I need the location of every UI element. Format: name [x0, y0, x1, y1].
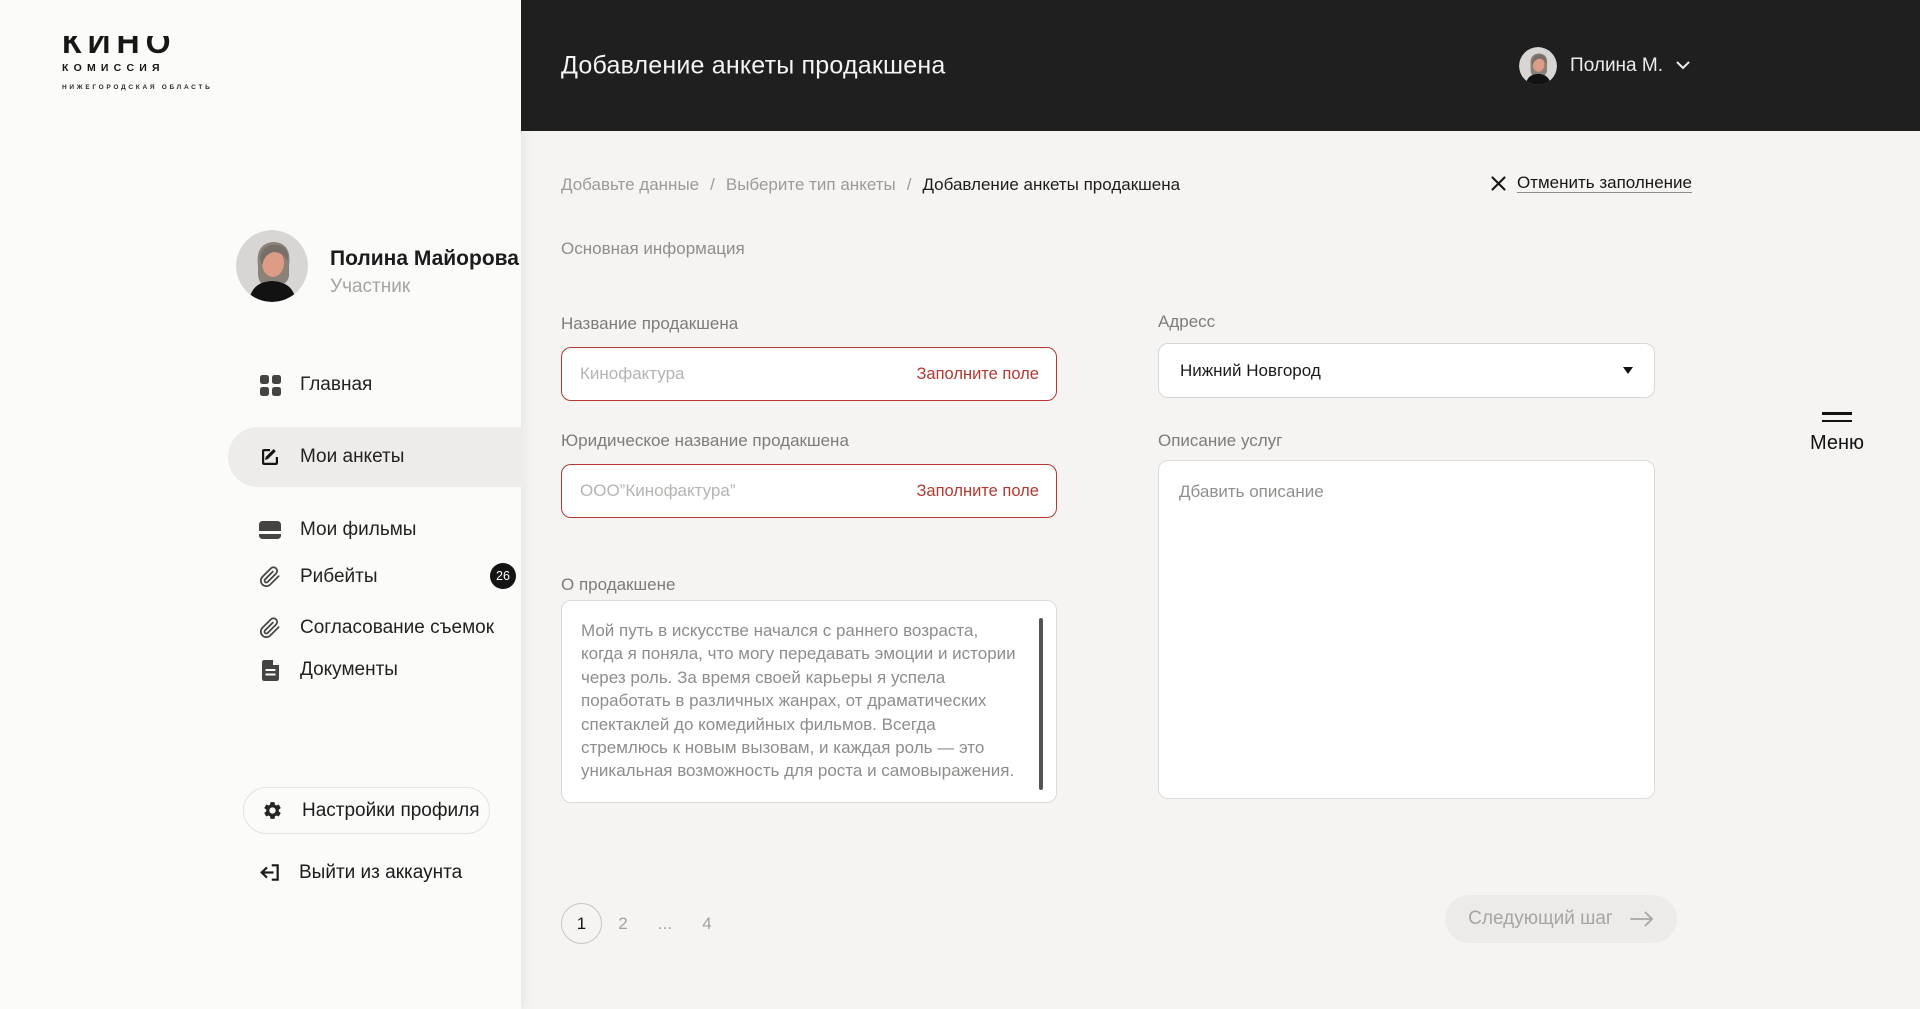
user-menu[interactable]: Полина М. — [1519, 47, 1690, 85]
card-icon — [258, 518, 282, 542]
about-production-text: Мой путь в искусстве начался с раннего в… — [581, 621, 1016, 781]
header: Добавление анкеты продакшена Полина М. — [521, 0, 1920, 131]
sidebar-item-label: Согласование съемок — [300, 617, 495, 638]
sidebar-item-home[interactable]: Главная — [0, 373, 521, 397]
menu-toggle-button[interactable]: Меню — [1810, 412, 1864, 455]
profile-settings-button[interactable]: Настройки профиля — [243, 787, 490, 834]
cancel-filling-button[interactable]: Отменить заполнение — [1491, 173, 1692, 193]
services-description-textarea[interactable]: Дбавить описание — [1158, 460, 1655, 799]
logout-label: Выйти из аккаунта — [299, 861, 463, 883]
gear-icon — [264, 802, 281, 819]
dropdown-caret-icon — [1623, 367, 1633, 374]
document-icon — [258, 658, 282, 682]
logo: КИНО КОМИССИЯ НИЖЕГОРОДСКАЯ ОБЛАСТЬ — [62, 36, 212, 91]
chevron-down-icon — [1676, 61, 1690, 70]
sidebar-item-my-forms[interactable]: Мои анкеты — [228, 427, 521, 487]
grid-icon — [258, 373, 282, 397]
logo-kino: КИНО — [62, 36, 177, 59]
edit-square-icon — [258, 445, 282, 469]
page-1-button[interactable]: 1 — [561, 903, 602, 944]
breadcrumb: Добавьте данные / Выберите тип анкеты / … — [561, 175, 1180, 195]
paperclip-icon — [258, 616, 282, 640]
production-name-field: Заполните поле — [561, 347, 1057, 401]
legal-name-label: Юридическое название продакшена — [561, 431, 849, 450]
services-description-label: Описание услуг — [1158, 431, 1283, 450]
section-title: Основная информация — [561, 239, 745, 258]
rebates-count-badge: 26 — [490, 563, 516, 589]
sidebar-item-my-films[interactable]: Мои фильмы — [0, 518, 521, 542]
sidebar-item-label: Мои фильмы — [300, 519, 417, 540]
sidebar: КИНО КОМИССИЯ НИЖЕГОРОДСКАЯ ОБЛАСТЬ Поли… — [0, 0, 521, 1009]
user-avatar — [1519, 47, 1557, 85]
sidebar-item-label: Документы — [300, 659, 398, 680]
menu-toggle-label: Меню — [1809, 432, 1864, 454]
sidebar-item-label: Главная — [300, 374, 373, 395]
profile-name: Полина Майорова — [330, 247, 519, 270]
production-name-label: Название продакшена — [561, 314, 739, 333]
hamburger-icon — [1821, 412, 1852, 422]
sidebar-item-label: Мои анкеты — [300, 446, 405, 467]
page-2-button[interactable]: 2 — [602, 914, 644, 934]
legal-name-field: Заполните поле — [561, 464, 1057, 518]
services-description-placeholder: Дбавить описание — [1179, 482, 1324, 501]
address-select[interactable]: Нижний Новгород — [1158, 343, 1655, 398]
pagination: 1 2 ... 4 — [561, 903, 728, 944]
logo-subtitle: КОМИССИЯ — [62, 62, 165, 74]
legal-name-error: Заполните поле — [916, 481, 1039, 500]
address-selected-value: Нижний Новгород — [1180, 360, 1321, 380]
cancel-filling-label: Отменить заполнение — [1516, 173, 1692, 192]
page-4-button[interactable]: 4 — [686, 914, 728, 934]
logo-region: НИЖЕГОРОДСКАЯ ОБЛАСТЬ — [62, 84, 213, 91]
next-step-button[interactable]: Следующий шаг — [1445, 895, 1677, 943]
breadcrumb-separator: / — [906, 175, 912, 194]
next-step-label: Следующий шаг — [1468, 908, 1613, 929]
breadcrumb-step-current: Добавление анкеты продакшена — [922, 175, 1181, 194]
textarea-scrollbar[interactable] — [1039, 618, 1043, 790]
address-label: Адресс — [1158, 312, 1216, 331]
main-content: Добавьте данные / Выберите тип анкеты / … — [521, 131, 1920, 1009]
paperclip-icon — [258, 565, 282, 589]
page-title: Добавление анкеты продакшена — [561, 51, 946, 79]
close-icon — [1491, 175, 1506, 191]
page-ellipsis: ... — [657, 913, 673, 933]
logout-icon — [260, 864, 279, 881]
profile-avatar — [236, 230, 308, 302]
profile-role: Участник — [330, 276, 411, 297]
breadcrumb-step-2[interactable]: Выберите тип анкеты — [726, 175, 896, 195]
production-name-error: Заполните поле — [916, 364, 1039, 383]
profile-settings-label: Настройки профиля — [302, 799, 480, 821]
user-name: Полина М. — [1570, 54, 1663, 76]
arrow-right-icon — [1629, 911, 1653, 927]
production-name-input[interactable] — [562, 364, 917, 384]
logout-button[interactable]: Выйти из аккаунта — [258, 861, 462, 884]
sidebar-item-label: Рибейты — [300, 566, 378, 587]
legal-name-input[interactable] — [562, 481, 917, 501]
breadcrumb-step-1[interactable]: Добавьте данные — [561, 175, 699, 195]
sidebar-item-shoot-approval[interactable]: Согласование съемок — [0, 616, 521, 640]
about-production-label: О продакшене — [561, 575, 676, 594]
breadcrumb-separator: / — [710, 175, 715, 194]
about-production-textarea[interactable]: Мой путь в искусстве начался с раннего в… — [561, 600, 1057, 803]
sidebar-item-documents[interactable]: Документы — [0, 658, 521, 682]
sidebar-item-rebates[interactable]: Рибейты 26 — [0, 563, 521, 589]
